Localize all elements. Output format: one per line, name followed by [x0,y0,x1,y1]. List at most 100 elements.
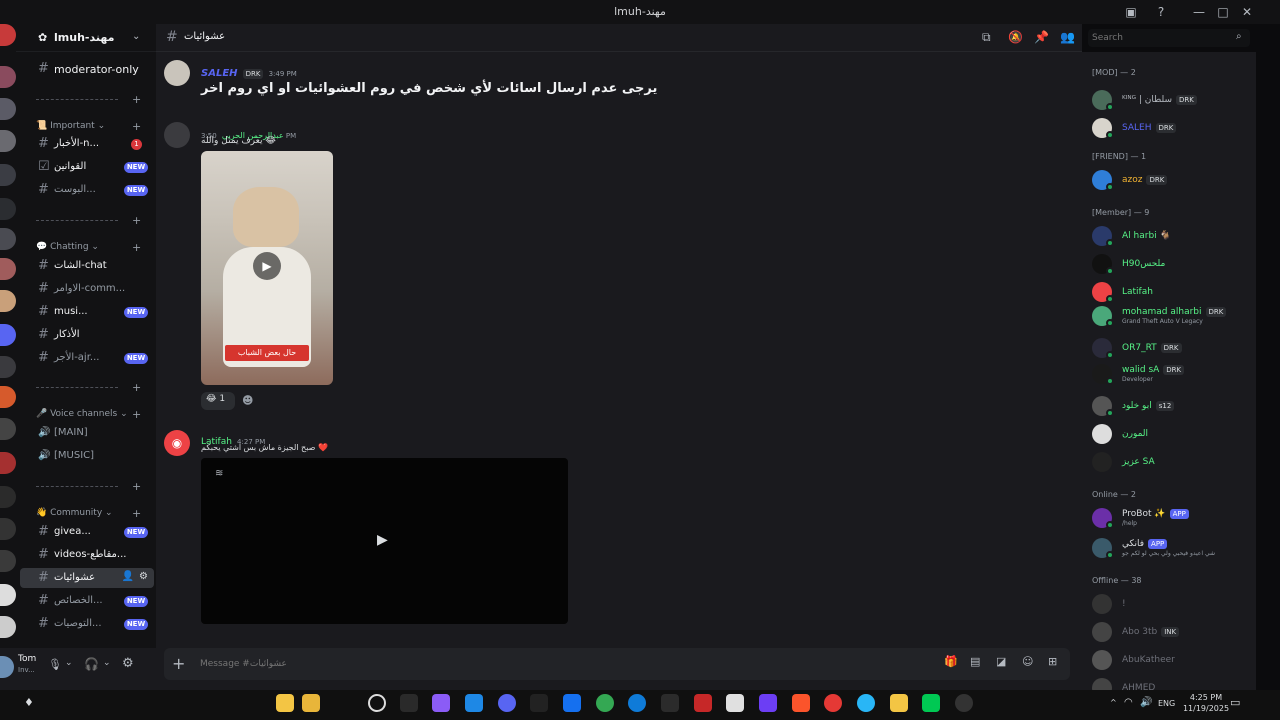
server-icon[interactable] [0,324,16,346]
minimize-button[interactable]: — [1190,3,1208,21]
server-icon[interactable] [0,418,16,440]
server-icon[interactable] [0,584,16,606]
add-channel-icon[interactable]: + [132,120,141,133]
category-chatting[interactable]: 💬 Chatting ⌄ [36,242,99,252]
add-channel-icon[interactable]: + [132,507,141,520]
app-icon[interactable] [857,694,875,712]
member-item[interactable]: فانكي APP شي اعيدو فيحبي ولي بحي لو لكم جو [1092,536,1252,560]
brave-icon[interactable] [792,694,810,712]
close-button[interactable]: ✕ [1238,3,1256,21]
member-item[interactable]: Abo 3tb INK [1092,620,1252,644]
server-icon[interactable] [0,164,16,186]
tray-chevron-icon[interactable]: ^ [1110,698,1117,707]
server-icon[interactable] [0,356,16,378]
chrome-icon[interactable] [596,694,614,712]
member-list-icon[interactable]: 👥 [1060,30,1075,44]
add-channel-icon[interactable]: + [132,214,141,227]
add-channel-icon[interactable]: + [132,480,141,493]
sticker-icon[interactable]: ◪ [996,655,1006,668]
inbox-icon[interactable]: ▣ [1122,3,1140,21]
calendar-icon[interactable] [726,694,744,712]
member-item[interactable]: walid sA DRK Developer [1092,362,1252,386]
server-icon[interactable] [0,98,16,120]
play-icon[interactable]: ▶ [377,532,388,548]
invite-icon[interactable]: 👤 [122,571,134,582]
video-attachment[interactable]: ▶ حال بعض الشباب [201,151,333,385]
channel-recommendations[interactable]: # التوصيات... NEW [20,614,154,634]
chevron-down-icon[interactable]: ⌄ [103,658,111,668]
channel-features[interactable]: # الخصائص... NEW [20,591,154,611]
clock-date[interactable]: 11/19/2025 [1180,704,1232,713]
search-input[interactable] [1092,31,1232,45]
server-icon[interactable] [0,550,16,572]
notification-icon[interactable]: ▭ [1230,696,1240,709]
reaction[interactable]: 😂 1 [201,392,235,410]
avatar[interactable] [164,60,190,86]
microphone-icon[interactable]: 🎙 [48,658,62,671]
message-input[interactable] [200,654,900,674]
member-item[interactable]: AbuKatheer [1092,648,1252,672]
add-channel-icon[interactable]: + [132,408,141,421]
clock-time[interactable]: 4:25 PM [1186,693,1226,702]
mute-bell-icon[interactable]: 🔕 [1008,30,1023,44]
voice-channel-music[interactable]: 🔊 [MUSIC] [20,446,154,466]
member-item[interactable]: H90ملحس [1092,252,1252,276]
server-icon[interactable] [0,486,16,508]
terminal-icon[interactable] [661,694,679,712]
video-attachment[interactable]: ≋ ▶ [201,458,568,624]
member-item[interactable]: Latifah [1092,280,1252,304]
server-icon[interactable] [0,290,16,312]
channel-moderator-only[interactable]: # moderator-only [20,59,154,79]
wifi-icon[interactable]: ◠ [1124,697,1133,708]
discord-icon[interactable] [498,694,516,712]
member-item[interactable]: azoz DRK [1092,168,1252,192]
maximize-button[interactable]: □ [1214,3,1232,21]
channel-random-selected[interactable]: # عشوائيات ⚙ 👤 [20,568,154,588]
apps-icon[interactable]: ⊞ [1048,655,1057,668]
copilot-icon[interactable]: ♦ [24,696,34,709]
copilot-app-icon[interactable] [432,694,450,712]
edge-icon[interactable] [628,694,646,712]
outlook-icon[interactable] [563,694,581,712]
server-icon[interactable] [0,518,16,540]
member-item[interactable]: ! [1092,592,1252,616]
app-icon[interactable] [694,694,712,712]
voice-channel-main[interactable]: 🔊 [MAIN] [20,423,154,443]
gift-icon[interactable]: 🎁 [944,655,958,668]
channel-chat[interactable]: # الشات-chat [20,256,154,276]
add-channel-icon[interactable]: + [132,381,141,394]
category-voice[interactable]: 🎤 Voice channels ⌄ [36,409,128,419]
category-community[interactable]: 👋 Community ⌄ [36,508,113,518]
server-icon[interactable] [0,386,16,408]
member-item[interactable]: المورن [1092,422,1252,446]
channel-giveaway[interactable]: # givea... NEW [20,522,154,542]
channel-athkar[interactable]: # الأذكار [20,325,154,345]
language-indicator[interactable]: ENG [1158,699,1175,708]
member-item[interactable]: AHMED [1092,676,1252,690]
channel-videos[interactable]: # videos-مقاطع... [20,545,154,565]
server-header[interactable]: ✿ lmuh-مهند ⌄ [16,24,156,52]
member-item[interactable]: ProBot ✨ APP/help [1092,506,1252,530]
help-icon[interactable]: ? [1152,3,1170,21]
gear-icon[interactable]: ⚙ [122,656,134,671]
channel-news[interactable]: # الأخبار-n... 1 [20,134,154,154]
chevron-down-icon[interactable]: ⌄ [65,658,73,668]
app-icon[interactable] [759,694,777,712]
message-author[interactable]: SALEH [201,68,238,79]
capcut-icon[interactable] [530,694,548,712]
server-icon[interactable] [0,130,16,152]
emoji-icon[interactable]: ☺ [1022,655,1033,668]
server-icon[interactable] [0,228,16,250]
channel-ajr[interactable]: # الأجر-ajr... NEW [20,348,154,368]
member-item[interactable]: SALEH DRK [1092,116,1252,140]
app-icon[interactable] [922,694,940,712]
store-icon[interactable] [465,694,483,712]
member-item[interactable]: Al harbi 🐐 [1092,224,1252,248]
file-explorer-icon[interactable] [276,694,294,712]
member-item[interactable]: ابو خلود s12 [1092,394,1252,418]
member-item[interactable]: mohamad alharbi DRK Grand Theft Auto V Leg… [1092,304,1252,328]
discord-logo-icon[interactable]: ◉ [164,430,190,456]
server-icon[interactable] [0,24,16,46]
server-icon[interactable] [0,258,16,280]
server-icon[interactable] [0,452,16,474]
